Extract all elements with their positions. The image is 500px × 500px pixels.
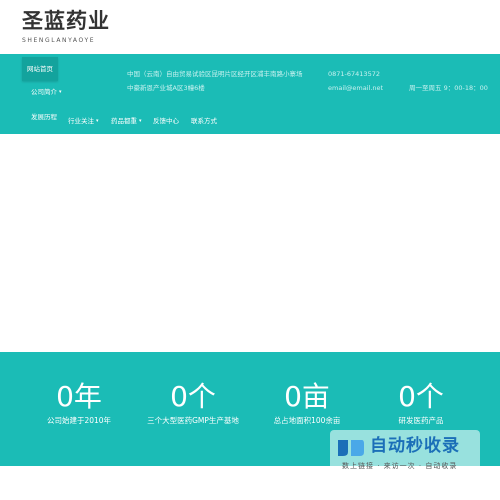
contact-email[interactable]: email@email.net — [328, 83, 383, 93]
nav-item-label: 药品都重 — [111, 117, 137, 125]
nav-item-label: 联系方式 — [191, 117, 217, 125]
watermark-badge: 自动秒收录 数上链接 · 来访一次 · 自动收录 — [330, 430, 480, 476]
nav-item-label: 网站首页 — [27, 65, 53, 73]
watermark-title: 自动秒收录 — [370, 436, 460, 456]
stat-founded: 0年 公司始建于2010年 — [19, 380, 139, 426]
nav-item-feedback[interactable]: 反馈中心 — [153, 116, 179, 126]
business-hours: 周一至周五 9：00-18：00 — [409, 84, 488, 92]
hero-banner — [0, 134, 500, 352]
stat-number: 0年 — [56, 380, 102, 413]
nav-item-label: 发展历程 — [31, 113, 57, 121]
stat-label: 公司始建于2010年 — [46, 416, 112, 425]
contact-phone: 0871-67413572 — [328, 70, 380, 78]
logo-name-en: SHENGLANYAOYE — [22, 37, 96, 44]
stat-label: 研发医药产品 — [398, 416, 444, 425]
nav-item-home[interactable]: 网站首页 — [22, 57, 58, 81]
stat-number: 0亩 — [284, 380, 330, 413]
chevron-down-icon: ▾ — [59, 89, 62, 95]
nav-item-products[interactable]: 药品都重 ▾ — [111, 116, 142, 126]
nav-item-label: 公司简介 — [31, 88, 57, 96]
address-line-1: 中国（云南）自由贸易试验区昆明片区经开区浦丰南路小寨场 — [127, 70, 303, 78]
watermark-logo-icon — [338, 440, 364, 456]
site-logo[interactable]: 圣蓝药业 SHENGLANYAOYE — [22, 9, 110, 44]
stat-number: 0个 — [170, 380, 216, 413]
nav-item-about[interactable]: 公司简介 ▾ — [31, 87, 62, 97]
watermark-subtitle: 数上链接 · 来访一次 · 自动收录 — [342, 462, 458, 470]
nav-item-industry[interactable]: 行业关注 ▾ — [68, 116, 99, 126]
stat-label: 三个大型医药GMP生产基地 — [147, 416, 239, 425]
stat-label: 总占地面积100余亩 — [273, 416, 341, 425]
logo-name-cn: 圣蓝药业 — [22, 9, 110, 33]
header-nav-band: 网站首页 公司简介 ▾ 发展历程 行业关注 ▾ 药品都重 ▾ 反馈中心 联系方式 中国… — [0, 54, 500, 134]
nav-item-label: 行业关注 — [68, 117, 94, 125]
chevron-down-icon: ▾ — [139, 118, 142, 124]
stat-products: 0个 研发医药产品 — [361, 380, 481, 426]
address-line-2: 中豪新恩产业城A区3幢6楼 — [127, 84, 205, 92]
chevron-down-icon: ▾ — [96, 118, 99, 124]
nav-item-contact[interactable]: 联系方式 — [191, 116, 217, 126]
stat-bases: 0个 三个大型医药GMP生产基地 — [133, 380, 253, 426]
nav-item-history[interactable]: 发展历程 — [31, 112, 57, 122]
stat-number: 0个 — [398, 380, 444, 413]
nav-item-label: 反馈中心 — [153, 117, 179, 125]
stat-area: 0亩 总占地面积100余亩 — [247, 380, 367, 426]
